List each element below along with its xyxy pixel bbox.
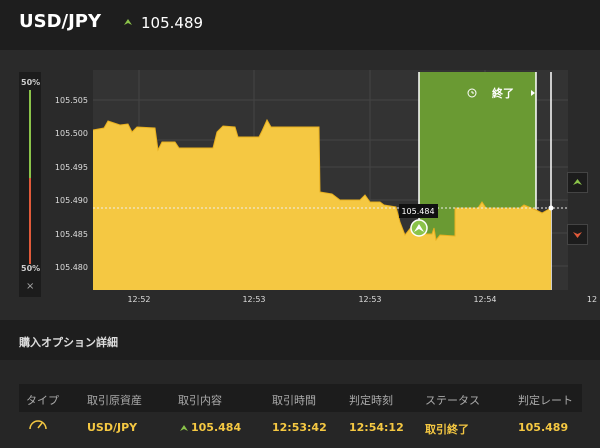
chevron-down-icon (573, 232, 582, 238)
y-tick: 105.505 (55, 96, 88, 105)
x-tick: 12:52 (127, 295, 150, 304)
row-rate: 105.489 (518, 421, 569, 434)
x-tick: 12:54 (473, 295, 496, 304)
row-asset: USD/JPY (87, 421, 138, 434)
triangle-up-icon (124, 19, 132, 25)
th-judge-time: 判定時刻 (349, 394, 393, 407)
x-tick: 12:53 (242, 295, 265, 304)
x-tick: 12 (587, 295, 597, 304)
x-tick: 12:53 (358, 295, 381, 304)
high-button[interactable] (567, 172, 588, 193)
y-tick: 105.490 (55, 196, 88, 205)
th-type: タイプ (26, 394, 59, 407)
y-tick: 105.485 (55, 230, 88, 239)
price-chart: 105.484 終了 105.505 105.500 105.495 105.4… (55, 70, 597, 304)
row-content: 105.484 (191, 421, 242, 434)
triangle-up-icon (180, 425, 188, 431)
chevron-up-icon (573, 179, 582, 185)
th-rate: 判定レート (518, 394, 573, 407)
low-button[interactable] (567, 224, 588, 245)
th-asset: 取引原資産 (87, 394, 142, 407)
section-title: 購入オプション詳細 (19, 336, 118, 349)
th-status: ステータス (425, 394, 480, 407)
pair-title: USD/JPY (19, 11, 102, 32)
end-label: 終了 (492, 86, 514, 100)
y-tick: 105.500 (55, 129, 88, 138)
row-judge-time: 12:54:12 (349, 421, 404, 434)
th-content: 取引内容 (178, 394, 222, 407)
price-tag: 105.484 (401, 207, 434, 216)
y-tick: 105.480 (55, 263, 88, 272)
row-trade-time: 12:53:42 (272, 421, 327, 434)
current-price-dot (548, 205, 554, 211)
current-price: 105.489 (141, 14, 204, 32)
gauge-icon (29, 420, 47, 430)
row-status: 取引終了 (425, 423, 469, 436)
y-tick: 105.495 (55, 163, 88, 172)
th-trade-time: 取引時間 (272, 394, 316, 407)
